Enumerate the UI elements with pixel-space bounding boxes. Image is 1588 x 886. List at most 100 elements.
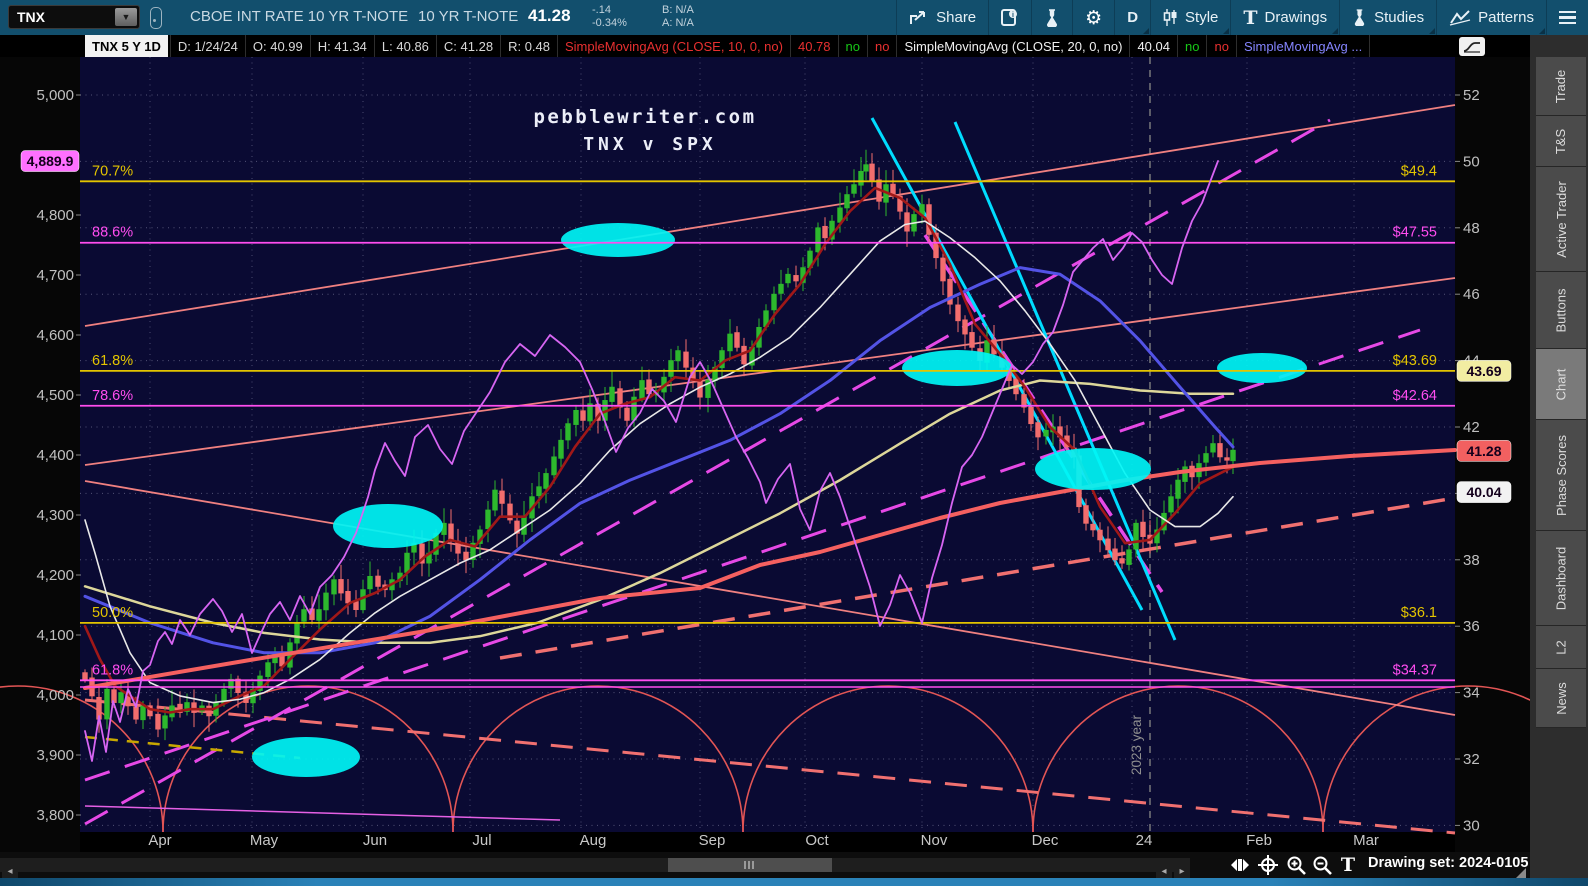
- svg-text:4,500: 4,500: [36, 387, 74, 404]
- dropdown-corner-icon: [1223, 28, 1230, 34]
- drawing-set-label: Drawing set: 2024-0105: [1368, 855, 1529, 871]
- svg-text:88.6%: 88.6%: [92, 225, 133, 241]
- svg-text:48: 48: [1463, 220, 1480, 237]
- side-tab-chart[interactable]: Chart: [1536, 349, 1586, 420]
- scroll-left-icon[interactable]: ◂: [1156, 864, 1172, 878]
- header-field: SimpleMovingAvg (CLOSE, 10, 0, no): [558, 35, 791, 57]
- interval-dropdown[interactable]: D: [1114, 0, 1150, 35]
- share-button[interactable]: Share: [896, 0, 988, 35]
- side-tab-label: Active Trader: [1553, 180, 1569, 258]
- patterns-dropdown[interactable]: Patterns: [1436, 0, 1546, 35]
- text-note-tool-icon[interactable]: T: [1336, 854, 1360, 876]
- header-field: H: 41.34: [311, 35, 375, 57]
- share-icon: [910, 10, 926, 24]
- flag-note-button[interactable]: i: [988, 0, 1031, 35]
- header-field: L: 40.86: [375, 35, 437, 57]
- svg-text:42: 42: [1463, 419, 1480, 436]
- svg-text:4,800: 4,800: [36, 207, 74, 224]
- header-field: no: [868, 35, 898, 57]
- header-field: SimpleMovingAvg ...: [1237, 35, 1371, 57]
- svg-text:43.69: 43.69: [1466, 363, 1501, 379]
- svg-text:52: 52: [1463, 87, 1480, 104]
- zoom-out-icon[interactable]: [1310, 854, 1334, 876]
- svg-text:Sep: Sep: [699, 832, 726, 849]
- svg-text:30: 30: [1463, 817, 1480, 834]
- resize-corner-icon[interactable]: [1516, 868, 1526, 878]
- svg-text:Mar: Mar: [1353, 832, 1379, 849]
- svg-text:pebblewriter.com: pebblewriter.com: [533, 106, 756, 128]
- link-color-icon[interactable]: [150, 7, 162, 29]
- svg-text:40.04: 40.04: [1466, 484, 1501, 500]
- chart-header: TNX 5 Y 1D D: 1/24/24 O: 40.99 H: 41.34 L: 4…: [0, 35, 1530, 57]
- crosshair-mode-icon[interactable]: [1256, 854, 1280, 876]
- settings-button[interactable]: ⚙: [1072, 0, 1114, 35]
- bottom-bar: ◂ ◂ ▸ T Drawing set: 2024-0105: [0, 852, 1530, 878]
- svg-text:4,700: 4,700: [36, 267, 74, 284]
- patterns-icon: [1449, 9, 1471, 26]
- svg-text:34: 34: [1463, 685, 1480, 702]
- symbol-dropdown-icon[interactable]: ▼: [115, 8, 137, 26]
- price-chart[interactable]: 70.7% $49.4 88.6% $47.55 61.8% $43.69 78.6% $42…: [0, 57, 1530, 852]
- scroll-left-icon[interactable]: ◂: [2, 864, 18, 878]
- svg-text:41.28: 41.28: [1466, 443, 1501, 459]
- side-tab-active-trader[interactable]: Active Trader: [1536, 167, 1586, 272]
- svg-text:$47.55: $47.55: [1393, 225, 1437, 241]
- price-change: -.14 -0.34%: [592, 4, 627, 29]
- svg-text:$42.64: $42.64: [1393, 388, 1437, 404]
- last-price: 41.28: [528, 6, 571, 25]
- side-tab-news[interactable]: News: [1536, 669, 1586, 728]
- window-bottom-accent: [0, 878, 1588, 886]
- zoom-in-icon[interactable]: [1284, 854, 1308, 876]
- side-tab-dashboard[interactable]: Dashboard: [1536, 531, 1586, 626]
- svg-text:36: 36: [1463, 618, 1480, 635]
- svg-text:78.6%: 78.6%: [92, 388, 133, 404]
- instrument-subdescription: 10 YR T-NOTE: [418, 8, 519, 25]
- svg-text:50.0%: 50.0%: [92, 605, 133, 621]
- svg-text:61.8%: 61.8%: [92, 662, 133, 678]
- time-scrollbar[interactable]: ◂ ◂ ▸: [0, 858, 1190, 878]
- studies-dropdown[interactable]: Studies: [1339, 0, 1436, 35]
- svg-text:$43.69: $43.69: [1393, 353, 1437, 369]
- dropdown-corner-icon: [1429, 28, 1436, 34]
- svg-text:4,000: 4,000: [36, 687, 74, 704]
- svg-text:3,800: 3,800: [36, 807, 74, 824]
- symbol-input[interactable]: TNX ▼: [8, 5, 140, 29]
- side-tab-phase-scores[interactable]: Phase Scores: [1536, 420, 1586, 531]
- svg-text:46: 46: [1463, 286, 1480, 303]
- scroll-right-icon[interactable]: ▸: [1174, 864, 1190, 878]
- chart-title: TNX 5 Y 1D: [85, 35, 168, 57]
- style-dropdown[interactable]: Style: [1150, 0, 1230, 35]
- menu-button[interactable]: [1546, 0, 1588, 35]
- header-field: SimpleMovingAvg (CLOSE, 20, 0, no): [897, 35, 1131, 57]
- dropdown-corner-icon: [1143, 28, 1150, 34]
- side-tab-label: Trade: [1553, 69, 1569, 103]
- side-tab-t-s[interactable]: T&S: [1536, 116, 1586, 167]
- svg-text:$49.4: $49.4: [1401, 163, 1437, 179]
- dropdown-corner-icon: [1539, 28, 1545, 34]
- svg-text:50: 50: [1463, 153, 1480, 170]
- side-tab-label: News: [1553, 681, 1569, 715]
- drawings-dropdown[interactable]: T Drawings: [1230, 0, 1339, 35]
- scrollbar-thumb[interactable]: [668, 858, 832, 872]
- svg-text:5,000: 5,000: [36, 87, 74, 104]
- svg-text:Dec: Dec: [1032, 832, 1059, 849]
- header-field: R: 0.48: [501, 35, 558, 57]
- side-tab-buttons[interactable]: Buttons: [1536, 272, 1586, 349]
- side-tab-trade[interactable]: Trade: [1536, 57, 1586, 116]
- quick-study-button[interactable]: [1031, 0, 1072, 35]
- side-tab-label: Dashboard: [1553, 546, 1569, 610]
- chart-mode-icon[interactable]: [1459, 37, 1485, 56]
- side-tab-l2[interactable]: L2: [1536, 626, 1586, 669]
- svg-text:Apr: Apr: [148, 832, 171, 849]
- svg-text:32: 32: [1463, 751, 1480, 768]
- svg-text:3,900: 3,900: [36, 747, 74, 764]
- header-field: no: [839, 35, 868, 57]
- header-field: 40.78: [791, 35, 839, 57]
- side-tab-label: L2: [1553, 639, 1569, 655]
- pan-mode-icon[interactable]: [1228, 854, 1252, 876]
- svg-text:4,200: 4,200: [36, 567, 74, 584]
- bid-ask: B: N/A A: N/A: [662, 4, 694, 29]
- flask-icon: [1354, 9, 1365, 26]
- svg-text:4,100: 4,100: [36, 627, 74, 644]
- instrument-description: CBOE INT RATE 10 YR T-NOTE: [190, 8, 409, 25]
